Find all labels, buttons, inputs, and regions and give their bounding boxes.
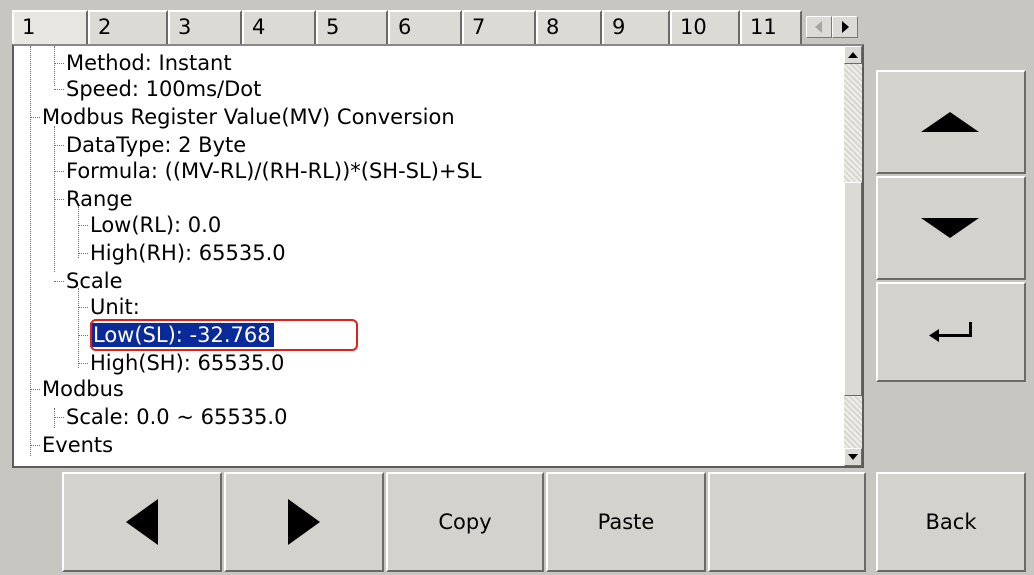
tree-item[interactable]: Modbus Register Value(MV) Conversion xyxy=(30,104,455,130)
copy-button-label: Copy xyxy=(438,510,492,534)
tree-panel: Method: Instant Speed: 100ms/Dot Modbus … xyxy=(12,44,864,468)
tab-scroll-right-button[interactable] xyxy=(832,16,858,38)
tree-item-label: Events xyxy=(42,433,114,457)
left-button[interactable] xyxy=(62,472,222,572)
tree-item-label: Scale: 0.0 ~ 65535.0 xyxy=(66,405,288,429)
tab-label: 7 xyxy=(472,15,486,39)
tree-item[interactable]: High(RH): 65535.0 xyxy=(78,240,286,266)
copy-button[interactable]: Copy xyxy=(386,472,544,572)
tree-item[interactable]: Events xyxy=(30,432,113,458)
tree-item[interactable]: Modbus xyxy=(30,376,124,402)
tab-label: 6 xyxy=(398,15,412,39)
tree-item-label: Modbus Register Value(MV) Conversion xyxy=(42,105,455,129)
tab-scroll-left-button[interactable] xyxy=(806,16,832,38)
tab-10[interactable]: 10 xyxy=(670,10,740,44)
arrow-up-icon xyxy=(921,112,979,132)
tab-label: 2 xyxy=(98,15,112,39)
tab-label: 3 xyxy=(178,15,192,39)
scroll-thumb[interactable] xyxy=(844,182,862,396)
tree-item[interactable]: Unit: xyxy=(78,294,140,320)
tree-item-label: DataType: 2 Byte xyxy=(66,133,247,157)
arrow-left-icon xyxy=(126,499,158,545)
tree-view: Method: Instant Speed: 100ms/Dot Modbus … xyxy=(14,46,844,466)
scroll-down-button[interactable] xyxy=(844,448,862,466)
vertical-scrollbar[interactable] xyxy=(844,46,862,466)
empty-button[interactable] xyxy=(708,472,866,572)
tree-item-label: Unit: xyxy=(90,295,140,319)
back-button[interactable]: Back xyxy=(876,472,1026,572)
tree-item-label: Method: Instant xyxy=(66,51,232,75)
tree-item-label: High(RH): 65535.0 xyxy=(90,241,286,265)
tab-label: 10 xyxy=(680,15,707,39)
tree-item[interactable]: Method: Instant xyxy=(54,50,232,76)
tab-7[interactable]: 7 xyxy=(462,10,536,44)
tab-11[interactable]: 11 xyxy=(740,10,802,44)
tree-item[interactable]: Scale: 0.0 ~ 65535.0 xyxy=(54,404,287,430)
tab-strip: 1 2 3 4 5 6 7 8 9 10 11 xyxy=(12,10,862,46)
tree-item-label: Range xyxy=(66,187,133,211)
tab-label: 4 xyxy=(252,15,266,39)
right-button[interactable] xyxy=(224,472,384,572)
up-button[interactable] xyxy=(876,70,1026,174)
tree-item-label: Formula: ((MV-RL)/(RH-RL))*(SH-SL)+SL xyxy=(66,159,482,183)
tree-item-label: Low(RL): 0.0 xyxy=(90,213,222,237)
down-button[interactable] xyxy=(876,176,1026,280)
tree-item[interactable]: Range xyxy=(54,186,133,212)
tab-label: 5 xyxy=(326,15,340,39)
tree-item-label: High(SH): 65535.0 xyxy=(90,351,285,375)
tab-1[interactable]: 1 xyxy=(12,10,88,46)
paste-button-label: Paste xyxy=(597,510,655,534)
paste-button[interactable]: Paste xyxy=(546,472,706,572)
tab-label: 8 xyxy=(546,15,560,39)
enter-icon xyxy=(929,322,972,342)
tree-item-label: Scale xyxy=(66,269,123,293)
tree-item[interactable]: Low(RL): 0.0 xyxy=(78,212,221,238)
tab-label: 11 xyxy=(750,15,777,39)
tree-item-label: Modbus xyxy=(42,377,124,401)
caret-up-icon xyxy=(848,52,858,58)
chevron-left-icon xyxy=(815,21,822,33)
selection-highlight-box xyxy=(90,319,358,351)
tab-4[interactable]: 4 xyxy=(242,10,316,44)
enter-button[interactable] xyxy=(876,282,1026,382)
tab-9[interactable]: 9 xyxy=(602,10,670,44)
tab-2[interactable]: 2 xyxy=(88,10,168,44)
tree-item-label: Speed: 100ms/Dot xyxy=(66,77,262,101)
chevron-right-icon xyxy=(842,21,849,33)
caret-down-icon xyxy=(848,454,858,460)
arrow-down-icon xyxy=(921,218,979,238)
tree-item[interactable]: Scale xyxy=(54,268,123,294)
tab-8[interactable]: 8 xyxy=(536,10,602,44)
tab-3[interactable]: 3 xyxy=(168,10,242,44)
tree-item[interactable]: Speed: 100ms/Dot xyxy=(54,76,261,102)
tab-label: 1 xyxy=(22,15,36,39)
scroll-up-button[interactable] xyxy=(844,46,862,64)
tree-item[interactable]: DataType: 2 Byte xyxy=(54,132,246,158)
tab-label: 9 xyxy=(612,15,626,39)
tab-5[interactable]: 5 xyxy=(316,10,388,44)
back-button-label: Back xyxy=(925,510,977,534)
tab-6[interactable]: 6 xyxy=(388,10,462,44)
tree-item[interactable]: Formula: ((MV-RL)/(RH-RL))*(SH-SL)+SL xyxy=(54,158,482,184)
tree-item[interactable]: High(SH): 65535.0 xyxy=(78,350,284,376)
arrow-right-icon xyxy=(288,499,320,545)
